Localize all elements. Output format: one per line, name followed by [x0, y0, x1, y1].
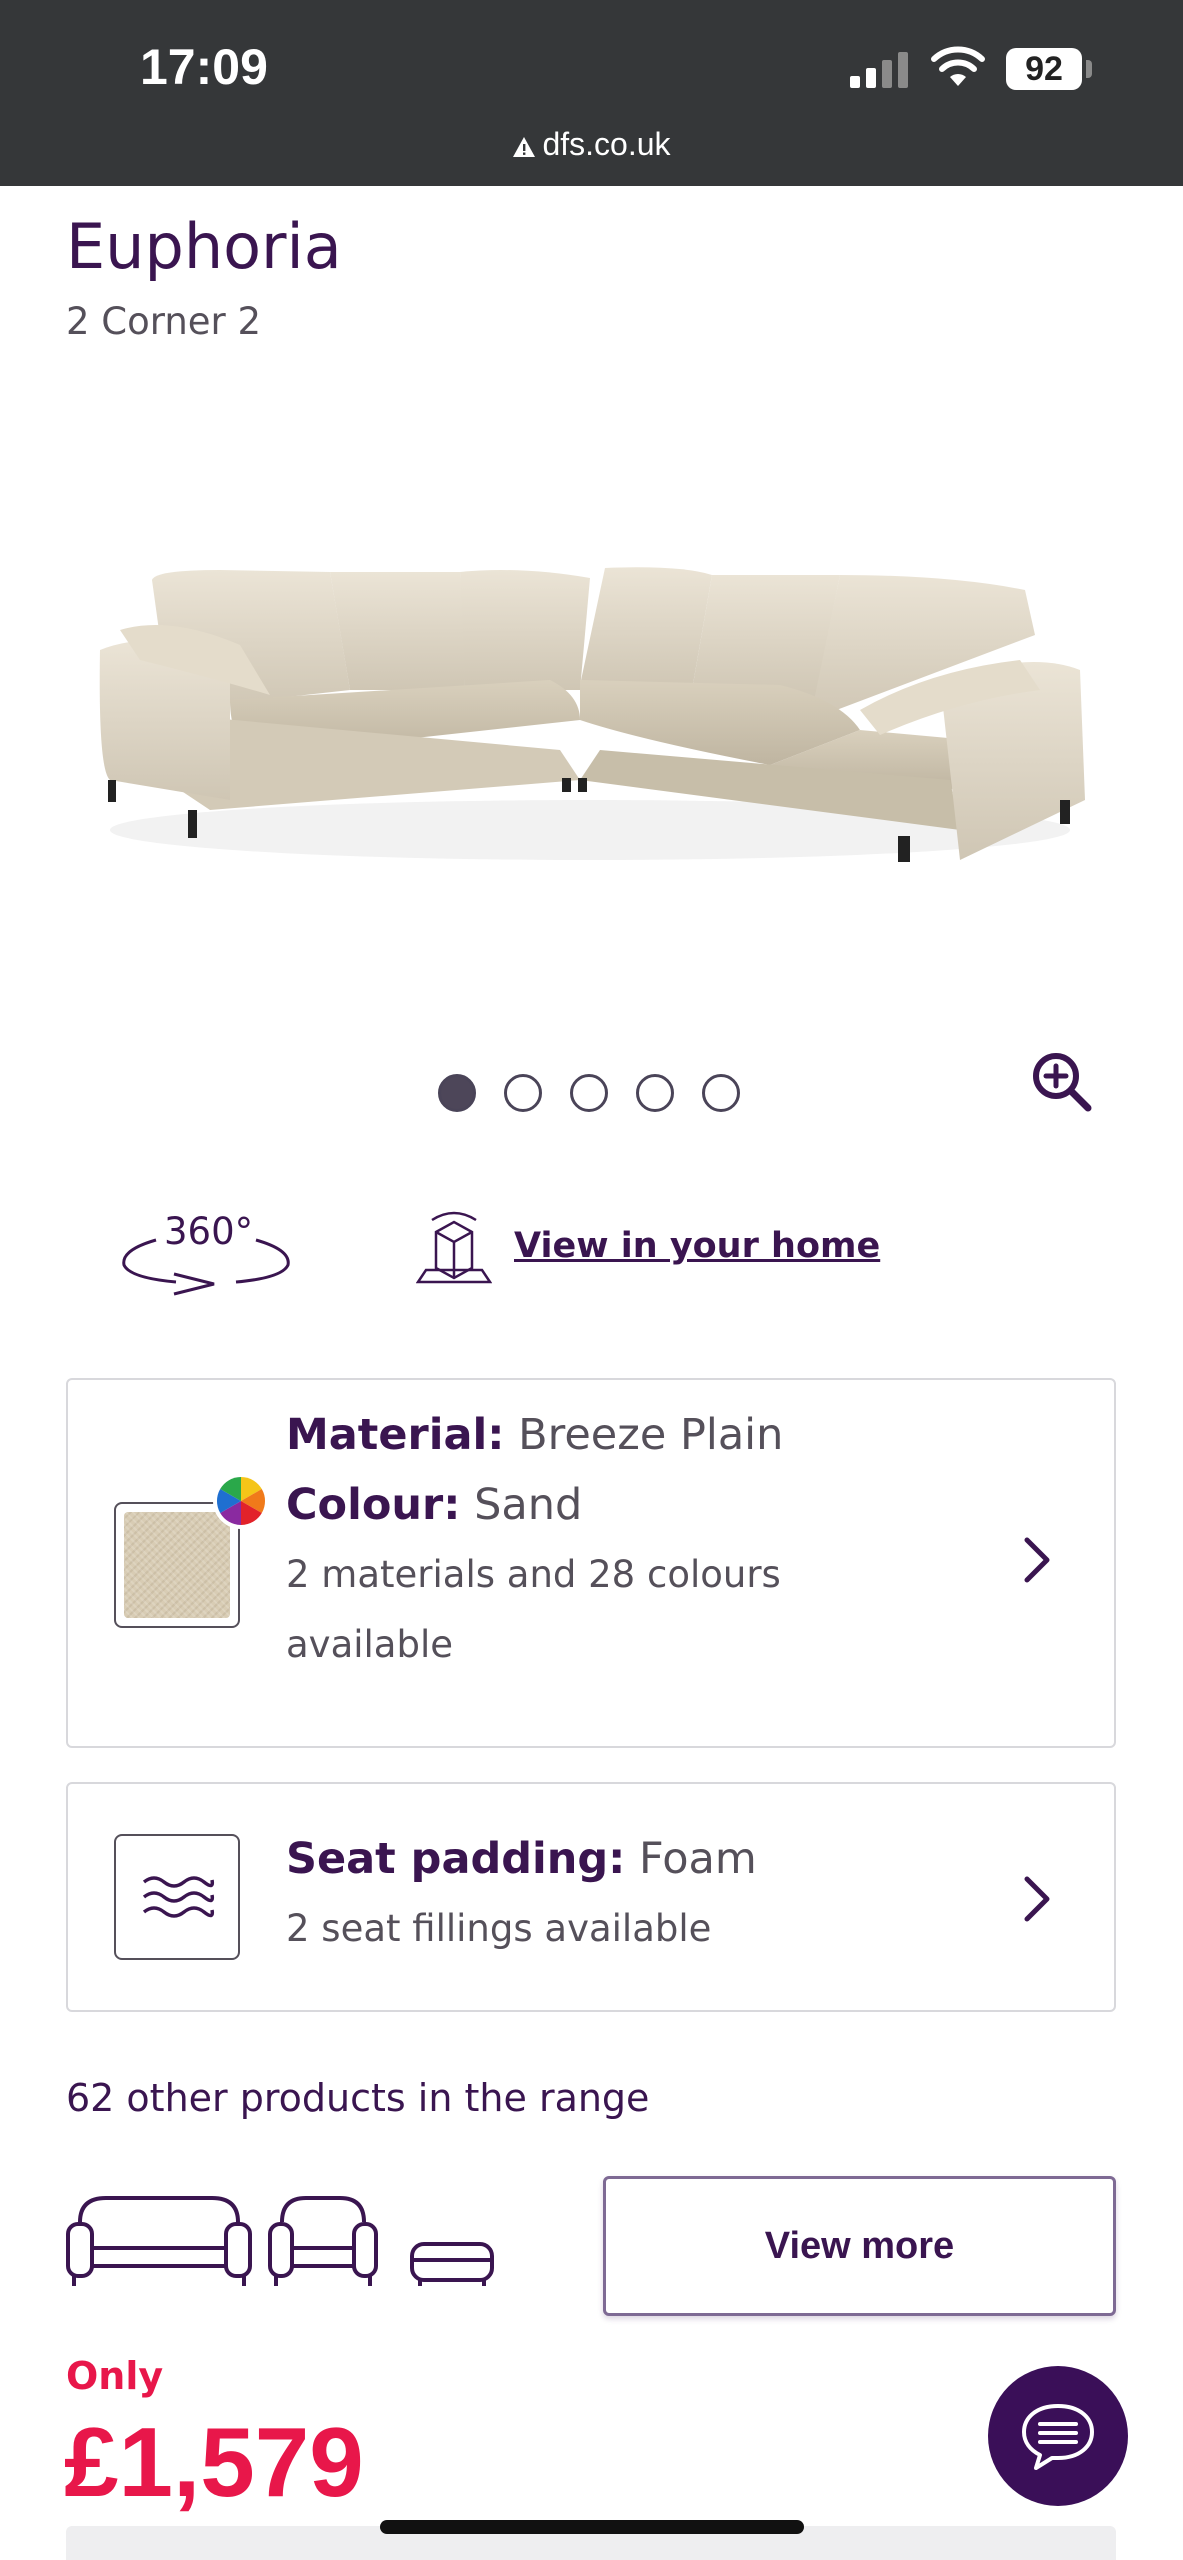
- url-text: dfs.co.uk: [542, 126, 671, 162]
- chat-bubble-icon: [1022, 2404, 1094, 2470]
- material-label: Material:: [286, 1410, 505, 1460]
- armchair-icon: [268, 2196, 378, 2286]
- wifi-icon: [931, 46, 985, 86]
- material-details: Material: Breeze Plain Colour: Sand 2 ma…: [286, 1400, 783, 1680]
- carousel-dot-5[interactable]: [702, 1074, 740, 1112]
- corner-sofa-image[interactable]: [80, 520, 1100, 880]
- home-indicator[interactable]: [380, 2520, 804, 2534]
- zoom-in-icon[interactable]: [1030, 1050, 1094, 1114]
- product-page: 17:09 92 dfs.co.uk Euphoria 2 Corner 2 3…: [0, 0, 1183, 2560]
- price-value: £1,579: [64, 2407, 364, 2517]
- colour-label: Colour:: [286, 1480, 461, 1530]
- product-variant: 2 Corner 2: [66, 300, 262, 343]
- warning-icon: [513, 136, 536, 157]
- carousel-dot-2[interactable]: [504, 1074, 542, 1112]
- padding-availability: 2 seat fillings available: [286, 1907, 712, 1950]
- ar-box-icon[interactable]: [416, 1210, 492, 1290]
- footstool-icon: [410, 2242, 494, 2286]
- view-in-home-link[interactable]: View in your home: [514, 1226, 880, 1266]
- waves-icon: [142, 1876, 215, 1918]
- material-line: Material: Breeze Plain: [286, 1400, 783, 1470]
- seat-padding-selector[interactable]: Seat padding: Foam 2 seat fillings avail…: [66, 1782, 1116, 2012]
- material-colour-selector[interactable]: Material: Breeze Plain Colour: Sand 2 ma…: [66, 1378, 1116, 1748]
- status-time: 17:09: [140, 39, 268, 95]
- carousel-dot-3[interactable]: [570, 1074, 608, 1112]
- colour-wheel-icon: [213, 1473, 269, 1529]
- seat-padding-icon-box: [114, 1834, 240, 1960]
- range-furniture-icons: [66, 2196, 494, 2286]
- material-value: Breeze Plain: [518, 1410, 784, 1460]
- range-count-text: 62 other products in the range: [66, 2076, 650, 2120]
- availability-line-2: available: [286, 1623, 454, 1666]
- view-360-button[interactable]: 360°: [116, 1210, 296, 1300]
- view-more-button[interactable]: View more: [603, 2176, 1116, 2316]
- padding-details: Seat padding: Foam 2 seat fillings avail…: [286, 1824, 757, 1964]
- padding-label: Seat padding:: [286, 1834, 626, 1884]
- product-title: Euphoria: [66, 210, 342, 283]
- padding-line: Seat padding: Foam: [286, 1824, 757, 1894]
- carousel-dot-4[interactable]: [636, 1074, 674, 1112]
- battery-tip: [1086, 60, 1092, 78]
- image-carousel-dots: [438, 1074, 740, 1112]
- address-bar[interactable]: dfs.co.uk: [0, 126, 1183, 163]
- chevron-right-icon: [1024, 1876, 1050, 1922]
- price-label: Only: [66, 2354, 164, 2398]
- chevron-right-icon: [1024, 1537, 1050, 1583]
- availability-line-1: 2 materials and 28 colours: [286, 1553, 781, 1596]
- sofa-icon: [66, 2196, 252, 2286]
- colour-value: Sand: [474, 1480, 583, 1530]
- padding-value: Foam: [639, 1834, 757, 1884]
- status-bar: 17:09 92 dfs.co.uk: [0, 0, 1183, 186]
- signal-icon: [850, 52, 908, 88]
- battery-indicator: 92: [1006, 48, 1082, 90]
- chat-button[interactable]: [988, 2366, 1128, 2506]
- colour-line: Colour: Sand: [286, 1470, 783, 1540]
- view-360-label: 360°: [164, 1210, 254, 1253]
- carousel-dot-1[interactable]: [438, 1074, 476, 1112]
